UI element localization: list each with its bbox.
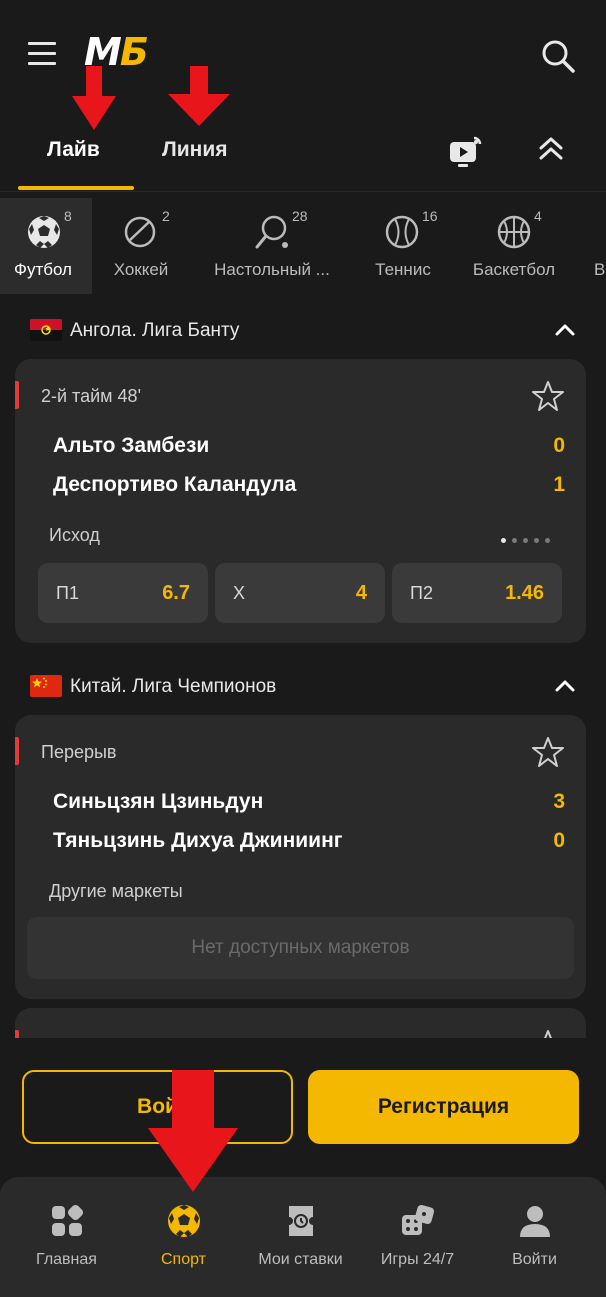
match-card[interactable]: Перерыв Синьцзян Цзиньдун 3 Тяньцзинь Ди… xyxy=(15,715,586,999)
angola-flag-icon xyxy=(30,319,62,341)
china-flag-icon xyxy=(30,675,62,697)
score-home: 0 xyxy=(553,434,565,457)
score-away: 1 xyxy=(553,473,565,496)
sport-table-tennis[interactable]: 28 Настольный ... xyxy=(204,198,340,294)
odd-label: П1 xyxy=(56,583,79,603)
favorite-star-icon[interactable] xyxy=(531,379,565,413)
sport-label: Хоккей xyxy=(113,260,169,279)
market-label: Другие маркеты xyxy=(49,881,183,901)
register-button[interactable]: Регистрация xyxy=(308,1070,579,1144)
live-indicator xyxy=(15,737,19,765)
odd-button-draw[interactable]: Х 4 xyxy=(215,563,385,623)
chevron-up-icon[interactable] xyxy=(554,319,576,341)
match-status: 2-й тайм 48' xyxy=(41,386,142,406)
ticket-icon xyxy=(289,1206,313,1236)
nav-label: Главная xyxy=(36,1251,97,1268)
live-indicator xyxy=(15,381,19,409)
tab-live[interactable]: Лайв xyxy=(47,138,100,162)
odd-value: 4 xyxy=(355,582,367,604)
nav-home[interactable]: Главная xyxy=(6,1177,127,1297)
league-name: Китай. Лига Чемпионов xyxy=(70,676,277,697)
sport-count: 8 xyxy=(64,208,72,224)
sport-label: Футбол xyxy=(14,260,72,279)
odd-label: П2 xyxy=(410,583,433,603)
annotation-arrow-icon xyxy=(72,66,116,130)
market-pager-dots[interactable] xyxy=(501,530,563,543)
user-icon xyxy=(520,1206,550,1237)
sport-count: 2 xyxy=(162,208,170,224)
market-label: Исход xyxy=(49,525,100,545)
sport-count: 16 xyxy=(422,208,438,224)
nav-label: Войти xyxy=(512,1251,557,1268)
nav-label: Игры 24/7 xyxy=(380,1251,455,1268)
nav-my-bets[interactable]: Мои ставки xyxy=(240,1177,361,1297)
team-away: Тяньцзинь Дихуа Джиниинг xyxy=(53,829,343,852)
sport-label: Настольный ... xyxy=(214,260,330,279)
nav-sport[interactable]: Спорт xyxy=(123,1177,244,1297)
odd-label: Х xyxy=(233,583,246,603)
basketball-icon xyxy=(497,215,531,249)
nav-login[interactable]: Войти xyxy=(474,1177,595,1297)
collapse-all-icon[interactable] xyxy=(536,134,566,164)
tab-line[interactable]: Линия xyxy=(162,138,228,162)
match-card[interactable]: 2-й тайм 48' Альто Замбези 0 Деспортиво … xyxy=(15,359,586,643)
odd-button-p1[interactable]: П1 6.7 xyxy=(38,563,208,623)
no-markets-placeholder: Нет доступных маркетов xyxy=(27,917,574,979)
tennis-ball-icon xyxy=(385,215,419,249)
search-icon[interactable] xyxy=(540,38,576,74)
sport-label: В xyxy=(594,260,606,279)
match-status: Перерыв xyxy=(41,742,117,762)
sport-next[interactable]: В xyxy=(588,198,606,294)
annotation-arrow-icon xyxy=(168,66,230,126)
soccer-ball-icon xyxy=(168,1205,200,1237)
sport-count: 28 xyxy=(292,208,308,224)
league-header[interactable]: Китай. Лига Чемпионов xyxy=(0,667,606,707)
team-home: Синьцзян Цзиньдун xyxy=(53,790,264,813)
team-home: Альто Замбези xyxy=(53,434,210,457)
sport-label: Баскетбол xyxy=(472,260,556,279)
team-away: Деспортиво Каландула xyxy=(53,473,297,496)
ping-pong-icon xyxy=(255,215,288,249)
grid-icon xyxy=(52,1204,84,1236)
score-away: 0 xyxy=(553,829,565,852)
chevron-up-icon[interactable] xyxy=(554,675,576,697)
nav-label: Спорт xyxy=(161,1251,206,1268)
bottom-navigation: Главная Спорт Мои ставки Игры 24/7 Войти xyxy=(0,1177,606,1297)
league-header[interactable]: Ангола. Лига Банту xyxy=(0,311,606,351)
sport-hockey[interactable]: 2 Хоккей xyxy=(100,198,182,294)
sport-label: Теннис xyxy=(375,260,431,279)
sport-count: 4 xyxy=(534,208,542,224)
odd-value: 1.46 xyxy=(505,582,544,604)
sport-football[interactable]: 8 Футбол xyxy=(0,198,92,294)
nav-label: Мои ставки xyxy=(258,1251,343,1268)
odd-value: 6.7 xyxy=(162,582,190,604)
menu-icon[interactable] xyxy=(28,42,56,66)
nav-games[interactable]: Игры 24/7 xyxy=(357,1177,478,1297)
sport-basketball[interactable]: 4 Баскетбол xyxy=(464,198,564,294)
annotation-arrow-icon xyxy=(148,1070,238,1192)
active-tab-indicator xyxy=(18,186,134,190)
sport-tennis[interactable]: 16 Теннис xyxy=(366,198,440,294)
live-tv-icon[interactable] xyxy=(446,132,486,172)
score-home: 3 xyxy=(553,790,565,813)
odd-button-p2[interactable]: П2 1.46 xyxy=(392,563,562,623)
sports-carousel[interactable]: 8 Футбол 2 Хоккей 28 Настольный ... 16 Т… xyxy=(0,198,606,294)
league-name: Ангола. Лига Банту xyxy=(70,320,240,341)
hockey-puck-icon xyxy=(124,216,156,248)
soccer-ball-icon xyxy=(28,216,60,248)
dice-icon xyxy=(402,1204,435,1235)
favorite-star-icon[interactable] xyxy=(531,735,565,769)
